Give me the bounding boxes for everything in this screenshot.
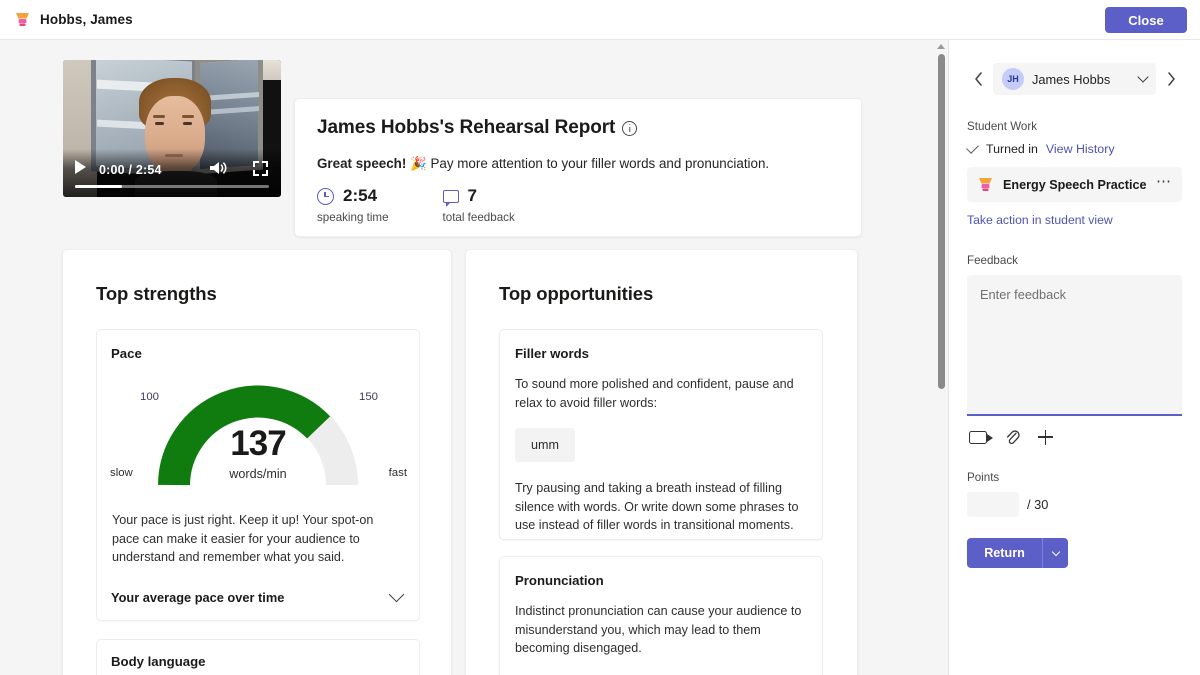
feedback-label: Feedback xyxy=(967,254,1018,267)
report-summary-bold: Great speech! xyxy=(317,156,407,171)
stat-label: total feedback xyxy=(442,211,515,224)
filler-words-body-1: To sound more polished and confident, pa… xyxy=(515,377,794,410)
speaker-coach-icon xyxy=(14,11,31,28)
pace-heading: Pace xyxy=(111,346,142,361)
return-button[interactable]: Return xyxy=(967,538,1042,568)
pace-label-fast: fast xyxy=(388,467,407,479)
pace-card: Pace 137 words/min 100 150 slow fast You… xyxy=(96,329,420,621)
topbar-left-group: Hobbs, James xyxy=(0,11,133,28)
pace-tick-low: 100 xyxy=(140,391,160,403)
window-title-bar: Hobbs, James Close xyxy=(0,0,1200,40)
chevron-down-icon xyxy=(1051,547,1060,556)
close-button[interactable]: Close xyxy=(1105,7,1187,33)
video-seek-bar[interactable] xyxy=(75,184,269,188)
student-work-label: Student Work xyxy=(967,120,1038,133)
body-language-heading: Body language xyxy=(111,654,206,669)
top-opportunities-column: Top opportunities Filler words To sound … xyxy=(465,249,858,675)
video-clip-icon[interactable] xyxy=(969,430,993,444)
view-history-link[interactable]: View History xyxy=(1046,142,1115,156)
video-time-label: 0:00 / 2:54 xyxy=(99,163,162,177)
pronunciation-body-1: Indistinct pronunciation can cause your … xyxy=(515,604,802,655)
scroll-up-arrow-icon[interactable] xyxy=(937,44,945,49)
pace-unit: words/min xyxy=(229,467,287,481)
stat-speaking-time: 2:54 speaking time xyxy=(317,186,389,224)
return-button-group: Return xyxy=(967,538,1068,568)
check-icon xyxy=(966,141,979,154)
return-options-button[interactable] xyxy=(1042,538,1068,568)
window-title: Hobbs, James xyxy=(40,12,133,27)
student-navigator: JH James Hobbs xyxy=(949,40,1200,95)
play-icon[interactable] xyxy=(75,160,86,174)
turned-in-status: Turned in View History xyxy=(966,141,1200,156)
stat-label: speaking time xyxy=(317,211,389,224)
speaker-coach-icon xyxy=(977,176,994,193)
points-label: Points xyxy=(967,471,1000,484)
points-row: / 30 xyxy=(967,492,1200,517)
pronunciation-heading: Pronunciation xyxy=(515,573,604,588)
add-icon[interactable] xyxy=(1038,429,1053,445)
top-strengths-heading: Top strengths xyxy=(96,283,217,304)
student-work-item[interactable]: Energy Speech Practice ⋯ xyxy=(967,167,1182,202)
more-options-icon[interactable]: ⋯ xyxy=(1156,174,1172,189)
party-popper-icon: 🎉 xyxy=(410,156,427,171)
student-selector[interactable]: JH James Hobbs xyxy=(993,63,1156,95)
take-action-link[interactable]: Take action in student view xyxy=(967,213,1200,227)
points-max: / 30 xyxy=(1027,497,1049,512)
filler-words-heading: Filler words xyxy=(515,346,590,361)
page-title: James Hobbs's Rehearsal Report xyxy=(317,117,616,138)
body-language-card: Body language Great job keeping your gaz… xyxy=(96,639,420,675)
pace-value: 137 xyxy=(230,424,286,463)
pace-label-slow: slow xyxy=(110,467,133,479)
volume-icon[interactable] xyxy=(209,160,229,176)
points-input[interactable] xyxy=(967,492,1019,517)
filler-words-body-2: Try pausing and taking a breath instead … xyxy=(515,481,799,532)
content-scrollbar[interactable] xyxy=(934,40,948,675)
clock-icon xyxy=(317,187,334,205)
top-strengths-column: Top strengths Pace 137 words/min 100 150… xyxy=(62,249,452,675)
avatar: JH xyxy=(1002,68,1024,90)
turned-in-text: Turned in xyxy=(986,142,1038,156)
pace-description: Your pace is just right. Keep it up! You… xyxy=(112,513,374,564)
report-summary-rest: Pay more attention to your filler words … xyxy=(430,156,770,171)
pace-over-time-expander[interactable]: Your average pace over time xyxy=(111,586,405,605)
chevron-down-icon xyxy=(1137,71,1149,83)
pace-tick-high: 150 xyxy=(358,391,378,403)
report-stats: 2:54 speaking time 7 total feedback xyxy=(317,186,839,224)
fullscreen-icon[interactable] xyxy=(253,161,268,176)
feedback-placeholder: Enter feedback xyxy=(980,287,1067,302)
student-name: James Hobbs xyxy=(1032,71,1111,87)
pace-gauge: 137 words/min 100 150 slow fast xyxy=(110,385,407,487)
rehearsal-report-card: James Hobbs's Rehearsal Report Great spe… xyxy=(294,98,862,237)
pace-over-time-label: Your average pace over time xyxy=(111,589,285,605)
feedback-toolbar xyxy=(969,429,1200,445)
filler-word-chip: umm xyxy=(515,428,575,462)
student-work-title: Energy Speech Practice xyxy=(1003,177,1147,192)
filler-words-card: Filler words To sound more polished and … xyxy=(499,329,823,540)
video-controls: 0:00 / 2:54 xyxy=(63,149,281,197)
next-student-button[interactable] xyxy=(1160,68,1182,90)
top-opportunities-heading: Top opportunities xyxy=(499,283,654,304)
comment-icon xyxy=(442,189,459,207)
chevron-down-icon xyxy=(388,586,405,603)
pronunciation-card: Pronunciation Indistinct pronunciation c… xyxy=(499,556,823,675)
report-content-area: 0:00 / 2:54 James Hobbs's Rehearsal Repo… xyxy=(0,40,948,675)
rehearsal-video-player[interactable]: 0:00 / 2:54 xyxy=(63,60,281,197)
app-body: 0:00 / 2:54 James Hobbs's Rehearsal Repo… xyxy=(0,40,1200,675)
info-icon[interactable] xyxy=(622,120,638,136)
feedback-input[interactable]: Enter feedback xyxy=(967,275,1182,416)
scrollbar-thumb[interactable] xyxy=(937,54,945,389)
previous-student-button[interactable] xyxy=(967,68,989,90)
report-title-row: James Hobbs's Rehearsal Report xyxy=(317,117,839,139)
stat-value: 2:54 xyxy=(343,186,378,205)
report-summary: Great speech! 🎉 Pay more attention to yo… xyxy=(317,156,839,172)
attach-icon[interactable] xyxy=(1005,429,1020,445)
grading-panel: JH James Hobbs Student Work Turned in Vi… xyxy=(949,40,1200,675)
stat-total-feedback: 7 total feedback xyxy=(442,186,515,224)
stat-value: 7 xyxy=(467,186,478,205)
